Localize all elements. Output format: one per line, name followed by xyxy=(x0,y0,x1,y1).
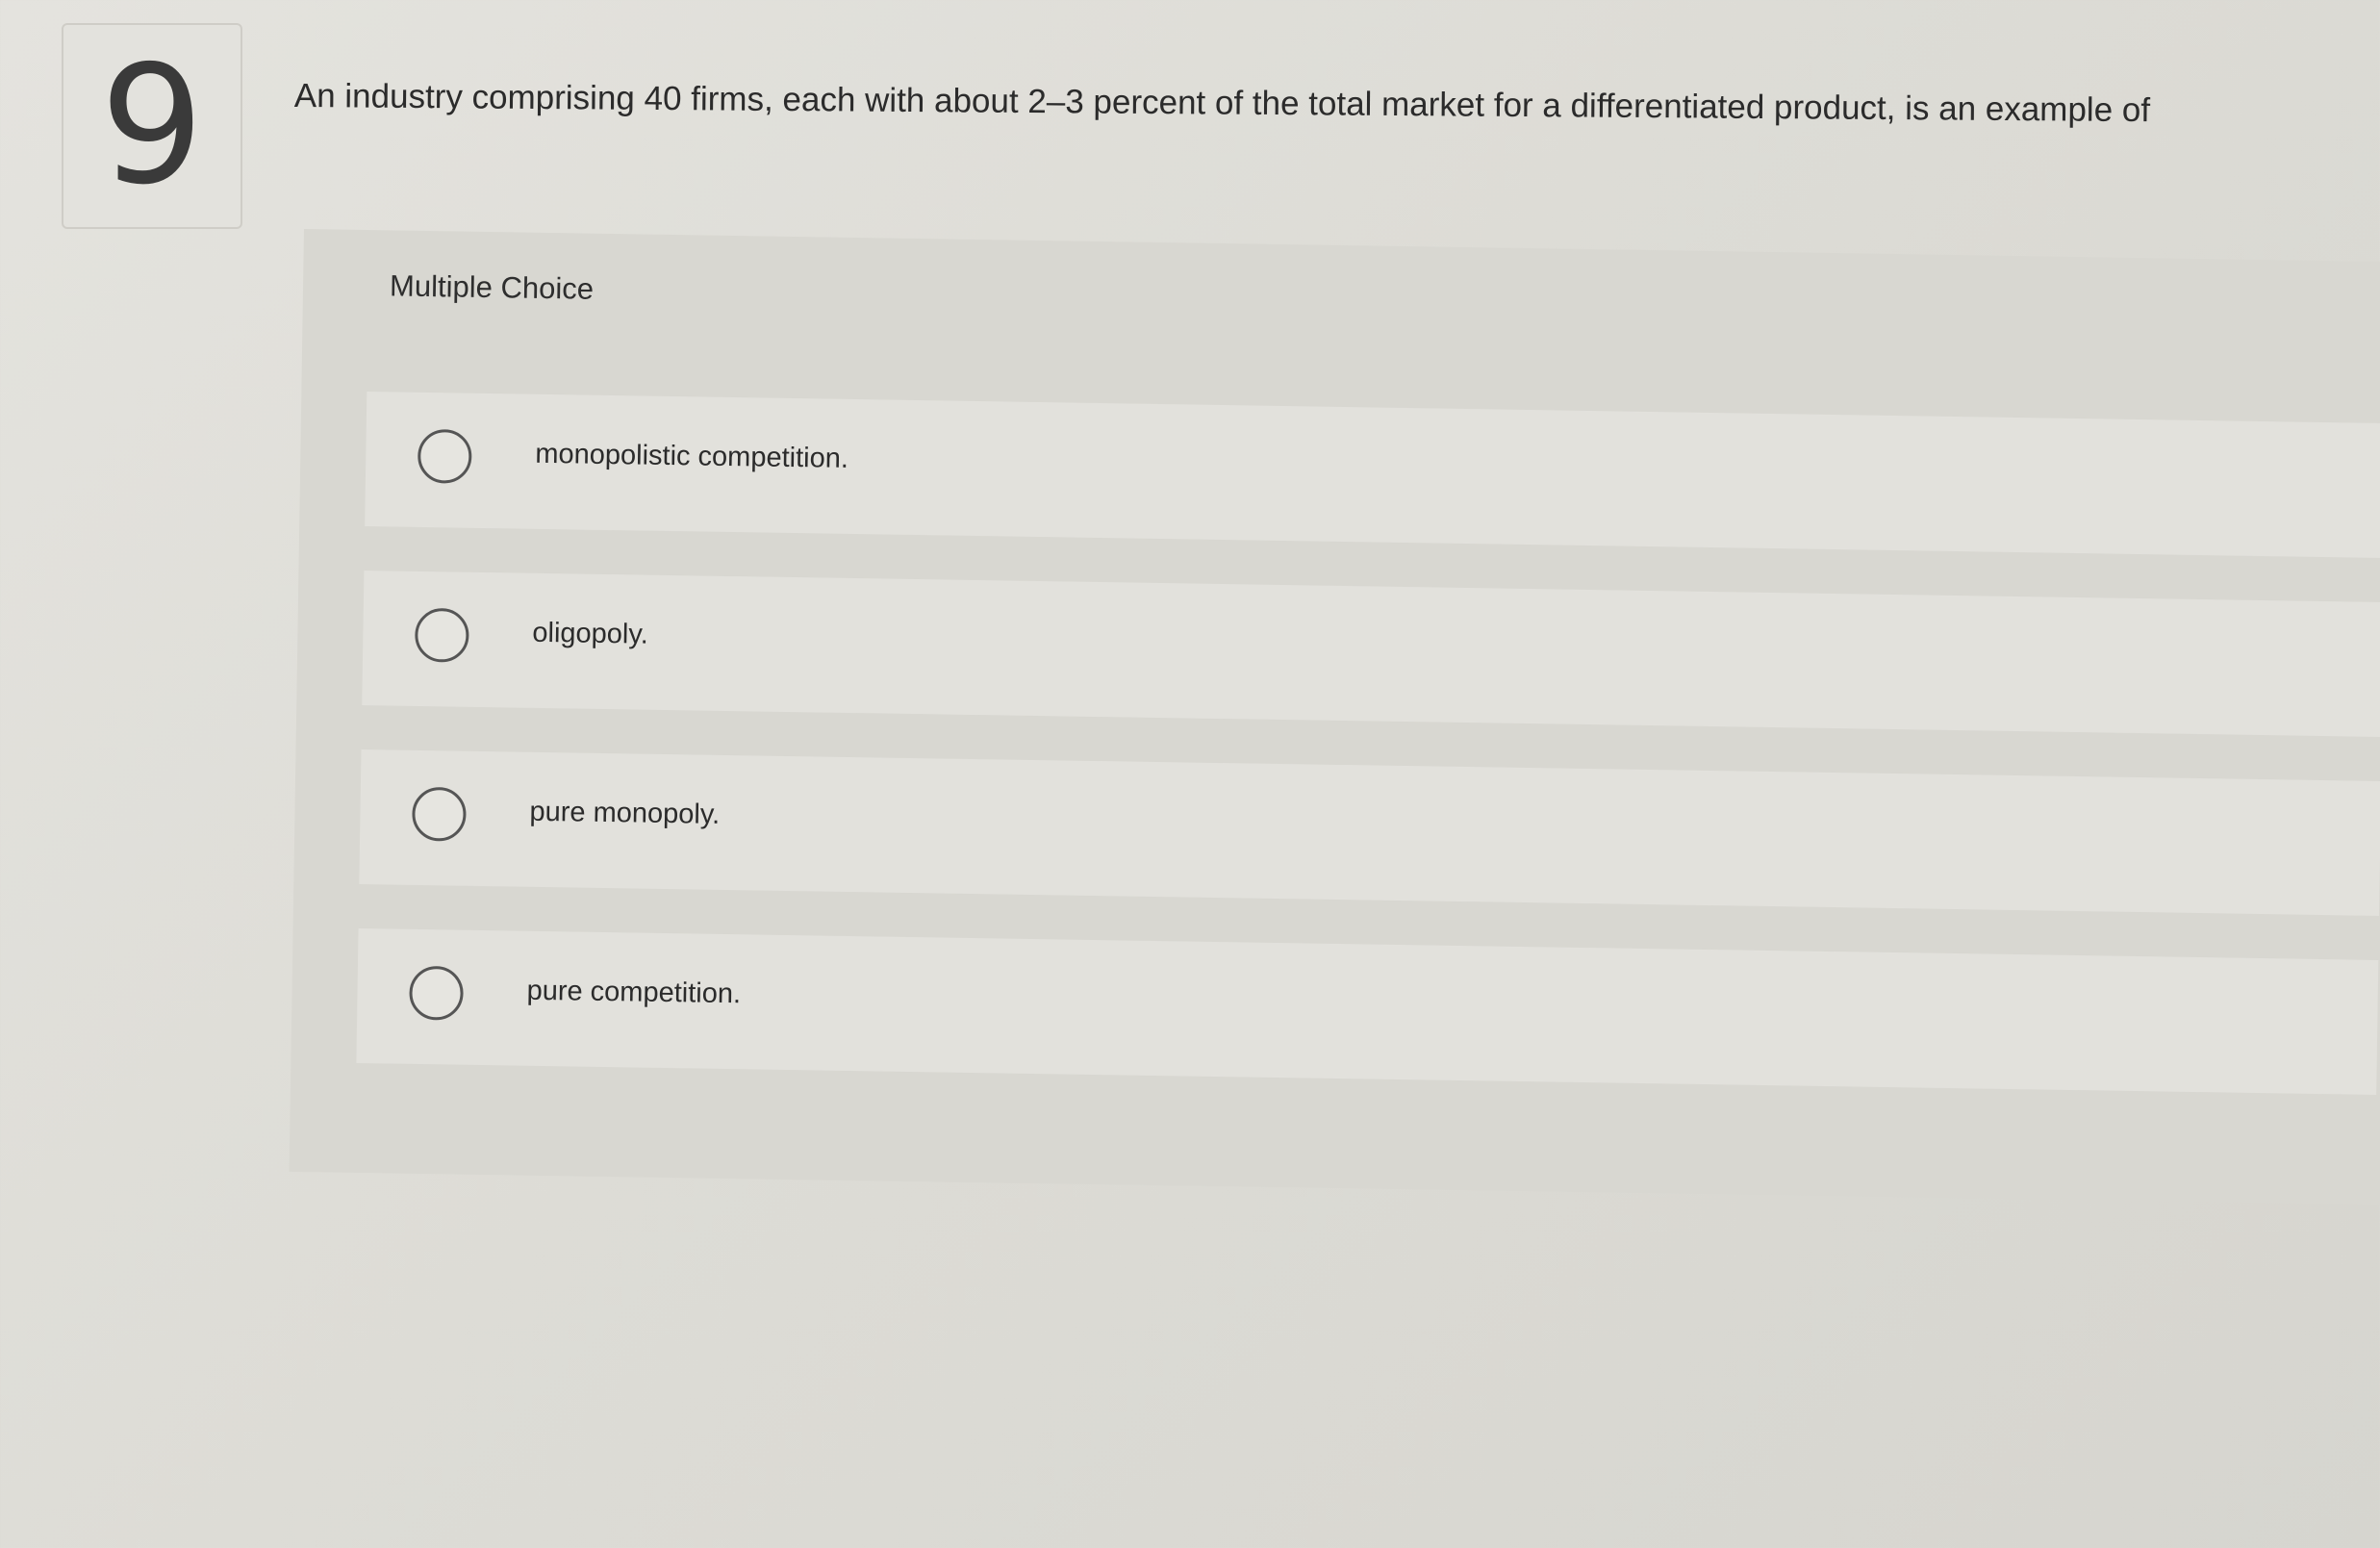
question-number-card: 9 xyxy=(62,23,242,229)
answer-option-label: pure competition. xyxy=(526,975,742,1010)
question-number: 9 xyxy=(99,31,205,221)
answer-option-pure-competition[interactable]: pure competition. xyxy=(356,927,2379,1095)
question-prompt: An industry comprising 40 firms, each wi… xyxy=(293,76,2151,130)
radio-button-unselected-icon[interactable] xyxy=(414,607,469,663)
radio-button-unselected-icon[interactable] xyxy=(412,786,467,842)
radio-button-unselected-icon[interactable] xyxy=(417,428,472,484)
answer-option-pure-monopoly[interactable]: pure monopoly. xyxy=(359,749,2380,916)
answer-option-label: oligopoly. xyxy=(532,617,649,650)
multiple-choice-panel: Multiple Choice monopolistic competition… xyxy=(289,229,2380,1205)
multiple-choice-header: Multiple Choice xyxy=(389,268,595,306)
answer-options-list: monopolistic competition. oligopoly. pur… xyxy=(356,392,2380,1139)
answer-option-monopolistic-competition[interactable]: monopolistic competition. xyxy=(365,392,2380,559)
answer-option-label: monopolistic competition. xyxy=(535,438,849,474)
answer-option-oligopoly[interactable]: oligopoly. xyxy=(362,571,2380,737)
answer-option-label: pure monopoly. xyxy=(529,796,721,830)
radio-button-unselected-icon[interactable] xyxy=(409,965,464,1021)
